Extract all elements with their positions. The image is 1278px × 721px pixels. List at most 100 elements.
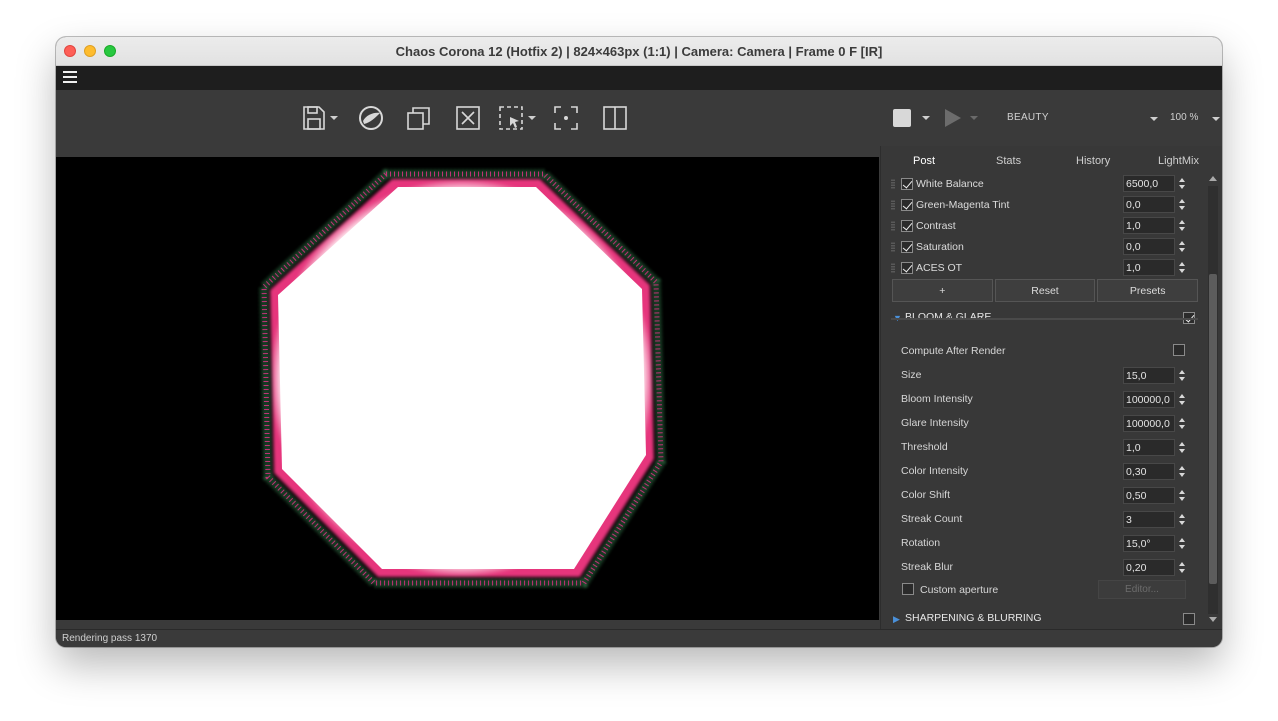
operator-button-row: + Reset Presets bbox=[892, 279, 1199, 302]
color-shift-field[interactable]: 0,50 bbox=[1123, 487, 1175, 504]
drag-handle-icon[interactable] bbox=[891, 179, 895, 189]
compute-after-render-label: Compute After Render bbox=[901, 345, 1006, 357]
operator-checkbox[interactable] bbox=[901, 178, 913, 190]
operator-label: Saturation bbox=[916, 241, 964, 253]
tab-post[interactable]: Post bbox=[913, 155, 935, 167]
rotation-field[interactable]: 15,0° bbox=[1123, 535, 1175, 552]
presets-button[interactable]: Presets bbox=[1097, 279, 1199, 302]
copy-icon bbox=[407, 107, 430, 130]
menu-hamburger-icon[interactable] bbox=[63, 71, 77, 83]
play-icon[interactable] bbox=[943, 108, 963, 128]
rendered-octagon-image bbox=[259, 169, 666, 588]
color-intensity-spinner[interactable] bbox=[1177, 463, 1187, 480]
operator-checkbox[interactable] bbox=[901, 220, 913, 232]
copy-button[interactable] bbox=[406, 104, 432, 132]
compare-button[interactable] bbox=[602, 104, 628, 132]
operator-row: ACES OT 1,0 bbox=[891, 258, 1198, 278]
save-dropdown-arrow-icon[interactable] bbox=[330, 116, 338, 120]
operator-spinner[interactable] bbox=[1177, 196, 1187, 213]
operator-row: White Balance 6500,0 bbox=[891, 174, 1198, 194]
rotation-spinner[interactable] bbox=[1177, 535, 1187, 552]
operator-label: Contrast bbox=[916, 220, 956, 232]
operator-row: Green-Magenta Tint 0,0 bbox=[891, 195, 1198, 215]
stop-icon[interactable] bbox=[893, 109, 911, 127]
clear-button[interactable] bbox=[455, 104, 481, 132]
compute-after-render-checkbox[interactable] bbox=[1173, 344, 1185, 356]
zoom-select[interactable]: 100 % bbox=[1170, 112, 1198, 123]
operator-value-field[interactable]: 6500,0 bbox=[1123, 175, 1175, 192]
sharpening-enable-checkbox[interactable] bbox=[1183, 613, 1195, 625]
glare-intensity-label: Glare Intensity bbox=[901, 417, 969, 429]
streak-blur-label: Streak Blur bbox=[901, 561, 953, 573]
add-operator-button[interactable]: + bbox=[892, 279, 993, 302]
focus-pick-button[interactable] bbox=[553, 104, 579, 132]
tab-stats[interactable]: Stats bbox=[996, 155, 1021, 167]
save-button[interactable] bbox=[302, 104, 338, 132]
operator-spinner[interactable] bbox=[1177, 259, 1187, 276]
operator-spinner[interactable] bbox=[1177, 238, 1187, 255]
operator-checkbox[interactable] bbox=[901, 262, 913, 274]
clear-icon bbox=[456, 106, 480, 130]
operator-spinner[interactable] bbox=[1177, 175, 1187, 192]
aperture-editor-button[interactable]: Editor... bbox=[1098, 580, 1186, 599]
reset-button[interactable]: Reset bbox=[994, 279, 1096, 302]
color-shift-spinner[interactable] bbox=[1177, 487, 1187, 504]
custom-aperture-checkbox[interactable] bbox=[902, 583, 914, 595]
drag-handle-icon[interactable] bbox=[891, 200, 895, 210]
maximize-window-button[interactable] bbox=[104, 45, 116, 57]
streak-count-field[interactable]: 3 bbox=[1123, 511, 1175, 528]
sharpening-blurring-section-header[interactable]: ▶ SHARPENING & BLURRING bbox=[891, 609, 1198, 629]
streak-count-spinner[interactable] bbox=[1177, 511, 1187, 528]
scroll-down-arrow-icon[interactable] bbox=[1209, 617, 1217, 622]
zoom-dropdown-icon[interactable] bbox=[1212, 117, 1220, 121]
region-select-icon bbox=[499, 106, 523, 130]
status-bar: Rendering pass 1370 bbox=[56, 629, 1222, 647]
rotation-label: Rotation bbox=[901, 537, 941, 549]
operator-value-field[interactable]: 1,0 bbox=[1123, 217, 1175, 234]
stop-dropdown-arrow-icon[interactable] bbox=[922, 116, 930, 120]
sharpening-blurring-title: SHARPENING & BLURRING bbox=[905, 612, 1042, 624]
region-dropdown-arrow-icon[interactable] bbox=[528, 116, 536, 120]
tab-lightmix[interactable]: LightMix bbox=[1158, 155, 1199, 167]
operator-spinner[interactable] bbox=[1177, 217, 1187, 234]
compare-icon bbox=[603, 106, 627, 130]
color-intensity-field[interactable]: 0,30 bbox=[1123, 463, 1175, 480]
glare-intensity-field[interactable]: 100000,0 bbox=[1123, 415, 1175, 432]
region-select-button[interactable] bbox=[498, 104, 536, 132]
operator-checkbox[interactable] bbox=[901, 241, 913, 253]
operator-value-field[interactable]: 1,0 bbox=[1123, 259, 1175, 276]
threshold-field[interactable]: 1,0 bbox=[1123, 439, 1175, 456]
render-element-select[interactable]: BEAUTY bbox=[1007, 112, 1049, 123]
close-window-button[interactable] bbox=[64, 45, 76, 57]
bloom-intensity-field[interactable]: 100000,0 bbox=[1123, 391, 1175, 408]
tab-history[interactable]: History bbox=[1076, 155, 1110, 167]
window-title: Chaos Corona 12 (Hotfix 2) | 824×463px (… bbox=[395, 43, 883, 59]
drag-handle-icon[interactable] bbox=[891, 221, 895, 231]
operator-row: Contrast 1,0 bbox=[891, 216, 1198, 236]
streak-blur-spinner[interactable] bbox=[1177, 559, 1187, 576]
scrollbar-thumb[interactable] bbox=[1209, 274, 1217, 584]
bloom-intensity-spinner[interactable] bbox=[1177, 391, 1187, 408]
operator-checkbox[interactable] bbox=[901, 199, 913, 211]
drag-handle-icon[interactable] bbox=[891, 263, 895, 273]
operator-value-field[interactable]: 0,0 bbox=[1123, 238, 1175, 255]
size-spinner[interactable] bbox=[1177, 367, 1187, 384]
app-window: Chaos Corona 12 (Hotfix 2) | 824×463px (… bbox=[56, 37, 1222, 647]
operator-value-field[interactable]: 0,0 bbox=[1123, 196, 1175, 213]
minimize-window-button[interactable] bbox=[84, 45, 96, 57]
bloom-glare-title: BLOOM & GLARE bbox=[905, 311, 992, 323]
scroll-up-arrow-icon[interactable] bbox=[1209, 176, 1217, 181]
corona-logo-button[interactable] bbox=[358, 104, 384, 132]
panel-scrollbar[interactable] bbox=[1206, 174, 1220, 629]
operator-label: White Balance bbox=[916, 178, 984, 190]
drag-handle-icon[interactable] bbox=[891, 242, 895, 252]
streak-blur-field[interactable]: 0,20 bbox=[1123, 559, 1175, 576]
glare-intensity-spinner[interactable] bbox=[1177, 415, 1187, 432]
panel-tabs: Post Stats History LightMix bbox=[881, 146, 1206, 174]
size-field[interactable]: 15,0 bbox=[1123, 367, 1175, 384]
play-dropdown-arrow-icon[interactable] bbox=[970, 116, 978, 120]
operator-label: Green-Magenta Tint bbox=[916, 199, 1010, 211]
render-viewport[interactable] bbox=[56, 146, 880, 629]
render-element-dropdown-icon[interactable] bbox=[1150, 117, 1158, 121]
threshold-spinner[interactable] bbox=[1177, 439, 1187, 456]
